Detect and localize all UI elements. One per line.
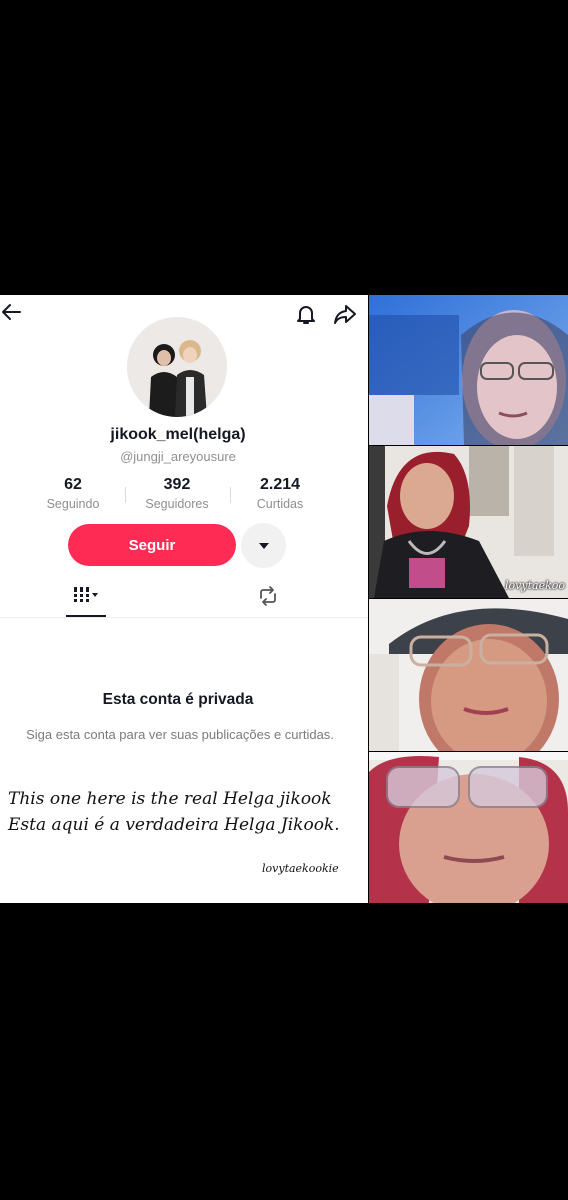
stat-followers[interactable]: 392 Seguidores <box>127 476 227 511</box>
photo-3 <box>369 599 568 751</box>
repost-icon[interactable] <box>256 585 280 607</box>
tabs-divider <box>0 617 368 618</box>
stat-following-count: 62 <box>64 476 82 493</box>
stat-divider <box>125 487 126 503</box>
avatar <box>127 317 227 417</box>
credit-watermark: lovytaekookie <box>262 862 339 875</box>
grid-icon <box>74 587 98 602</box>
photo-4 <box>369 752 568 903</box>
stat-likes-count: 2.214 <box>259 476 301 493</box>
photo-1 <box>369 295 568 445</box>
follow-button[interactable]: Seguir <box>68 524 236 566</box>
stat-followers-count: 392 <box>163 476 191 493</box>
stat-likes-label: Curtidas <box>256 497 304 511</box>
bell-icon[interactable] <box>295 303 317 325</box>
more-options-button[interactable] <box>241 523 286 568</box>
photo-2: lovytaekoo <box>369 446 568 598</box>
arrow-left-icon[interactable] <box>0 301 22 323</box>
caption-line-english: This one here is the real Helga jikook <box>8 789 332 809</box>
private-account-subtitle: Siga esta conta para ver suas publicaçõe… <box>26 727 334 742</box>
share-icon[interactable] <box>333 303 357 325</box>
user-handle: @jungji_areyousure <box>120 449 236 464</box>
caret-down-icon <box>258 542 269 549</box>
caption-line-portuguese: Esta aqui é a verdadeira Helga Jikook. <box>8 815 340 835</box>
stat-likes: 2.214 Curtidas <box>230 476 330 511</box>
meme-caption: This one here is the real Helga jikook E… <box>8 786 368 838</box>
stat-following[interactable]: 62 Seguindo <box>23 476 123 511</box>
private-account-title: Esta conta é privada <box>102 691 254 708</box>
stat-followers-label: Seguidores <box>145 497 209 511</box>
tab-posts[interactable] <box>66 584 106 614</box>
stat-following-label: Seguindo <box>46 497 100 511</box>
photo-watermark: lovytaekoo <box>505 579 565 592</box>
username: jikook_mel(helga) <box>110 426 246 443</box>
profile-panel: jikook_mel(helga) @jungji_areyousure 62 … <box>0 295 368 903</box>
